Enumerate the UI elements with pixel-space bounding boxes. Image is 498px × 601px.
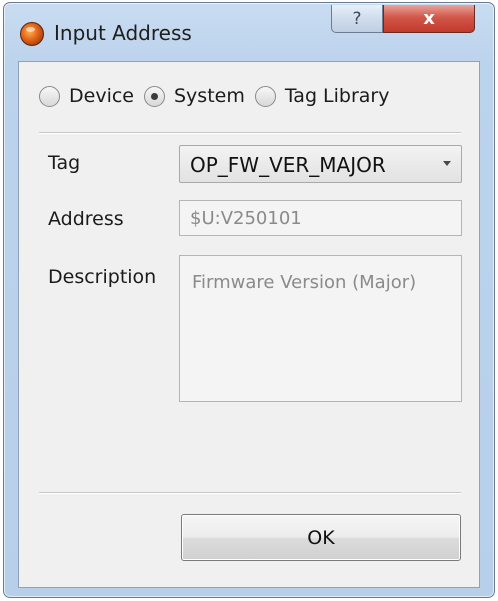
radio-label: System: [173, 85, 245, 107]
radio-circle-icon[interactable]: [39, 85, 60, 107]
address-value: $U:V250101: [190, 208, 302, 229]
radio-selected-icon[interactable]: [143, 85, 165, 107]
question-mark-icon: ?: [352, 8, 362, 29]
close-button[interactable]: x: [383, 5, 475, 33]
ok-button[interactable]: OK: [181, 514, 461, 561]
dialog-content: Device System Tag Library Tag OP_FW_VER_…: [18, 61, 480, 588]
title-bar[interactable]: Input Address ? x: [4, 3, 494, 57]
tag-dropdown-value: OP_FW_VER_MAJOR: [190, 153, 386, 177]
chevron-down-icon[interactable]: [443, 161, 451, 166]
radio-tag-library[interactable]: Tag Library: [254, 85, 390, 107]
description-field: Firmware Version (Major): [179, 255, 462, 402]
description-value: Firmware Version (Major): [192, 272, 417, 293]
tag-dropdown[interactable]: OP_FW_VER_MAJOR: [179, 145, 462, 183]
tag-label: Tag: [48, 152, 81, 174]
window-title: Input Address: [54, 21, 192, 45]
radio-circle-icon[interactable]: [254, 85, 276, 107]
help-button[interactable]: ?: [331, 5, 383, 33]
dialog-window: Input Address ? x Device System Tag Libr…: [3, 2, 495, 598]
radio-system[interactable]: System: [143, 85, 245, 107]
divider: [39, 132, 461, 134]
source-radio-group: Device System Tag Library: [39, 82, 399, 110]
address-field: $U:V250101: [179, 200, 462, 236]
radio-device[interactable]: Device: [39, 85, 134, 107]
app-logo-icon: [20, 22, 44, 46]
radio-label: Tag Library: [284, 85, 390, 107]
address-label: Address: [48, 208, 124, 230]
radio-label: Device: [69, 85, 134, 107]
close-icon: x: [423, 8, 435, 29]
divider: [39, 492, 461, 494]
description-label: Description: [48, 266, 157, 288]
